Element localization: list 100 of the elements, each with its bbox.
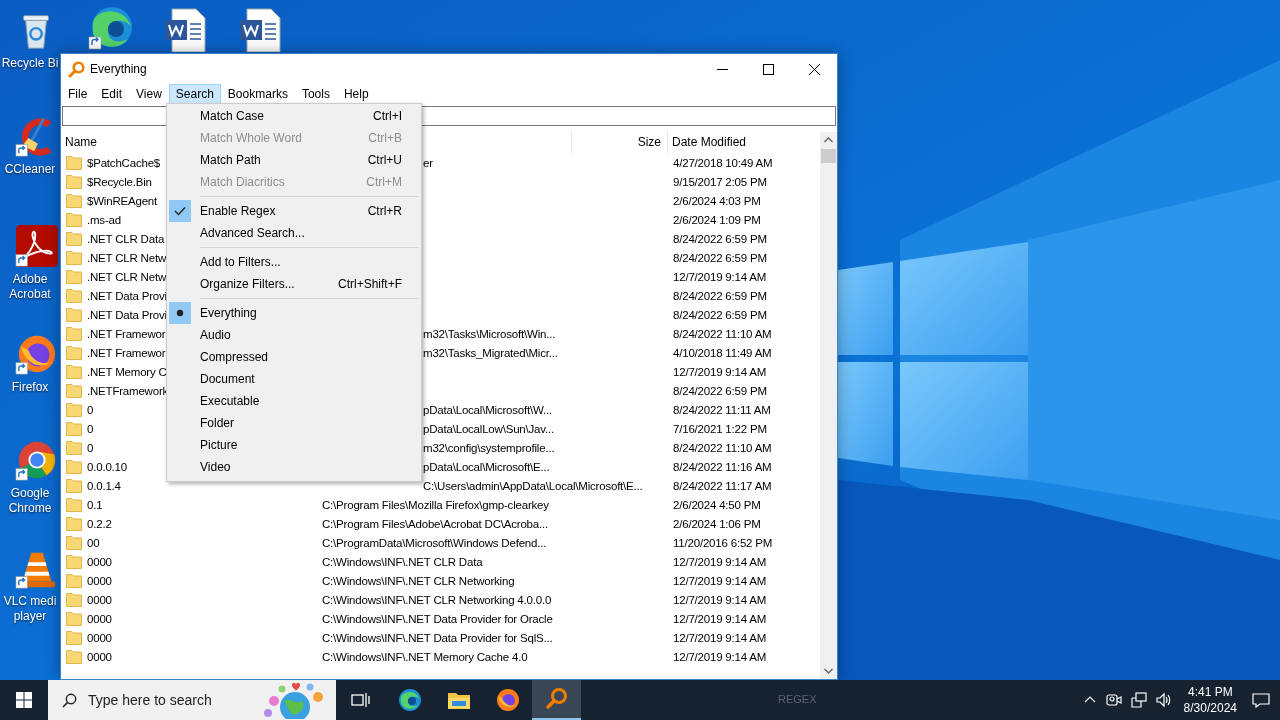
shortcut-text: Ctrl+I bbox=[373, 109, 402, 123]
notification-icon[interactable] bbox=[1252, 692, 1270, 708]
volume-icon[interactable] bbox=[1155, 692, 1172, 708]
network-icon[interactable] bbox=[1130, 692, 1147, 708]
date-modified: 2/6/2024 4:50 PM bbox=[673, 498, 761, 511]
file-path: m32\Tasks\Microsoft\Win... bbox=[423, 327, 556, 340]
date-modified: 12/7/2019 9:14 AM bbox=[673, 365, 767, 378]
document-icon[interactable] bbox=[15, 224, 59, 268]
magnifier-icon bbox=[68, 60, 85, 78]
shortcut-text: Ctrl+U bbox=[367, 153, 402, 167]
icon-label: Adobe bbox=[12, 272, 48, 287]
icon-label: Google bbox=[10, 486, 50, 501]
menu-item[interactable]: Organize Filters... Ctrl+Shift+F bbox=[167, 273, 421, 295]
folder-icon bbox=[66, 364, 82, 379]
file-path: C:\Windows\INF\.NET CLR Networking 4.0.0.0 bbox=[322, 593, 552, 606]
file-name: 0 bbox=[87, 422, 94, 435]
file-name: $Recycle.Bin bbox=[87, 175, 152, 188]
file-path: er bbox=[423, 156, 433, 169]
menu-item[interactable]: Enable Regex Ctrl+R bbox=[167, 200, 421, 222]
date-modified: 2/6/2024 1:06 PM bbox=[673, 517, 761, 530]
magnifier-icon bbox=[544, 687, 569, 711]
menu-item[interactable]: Match Path Ctrl+U bbox=[167, 149, 421, 171]
menu-item[interactable]: Picture bbox=[167, 434, 421, 456]
column-header[interactable]: Size bbox=[572, 132, 668, 153]
column-header[interactable]: Name bbox=[65, 135, 97, 149]
clock-date: 8/30/2024 bbox=[1183, 700, 1237, 716]
menu-item[interactable]: Executable bbox=[167, 390, 421, 412]
menu-item[interactable]: Folder bbox=[167, 412, 421, 434]
file-name: 0.0.0.10 bbox=[87, 460, 127, 473]
date-modified: 8/24/2022 6:59 PM bbox=[673, 232, 767, 245]
browser-icon bbox=[397, 688, 422, 712]
file-name: .NET Framewor bbox=[87, 327, 166, 340]
menu-item[interactable]: Add to Filters... bbox=[167, 251, 421, 273]
column-header[interactable]: Date Modified bbox=[668, 132, 820, 153]
icon-label: CCleaner bbox=[4, 162, 56, 177]
file-name: .NET Framewor bbox=[87, 346, 166, 359]
search-icon bbox=[62, 692, 77, 708]
menu-bar-item[interactable]: View bbox=[129, 84, 169, 104]
file-path: C:\Windows\INF\.NET Data Provider for SqlS... bbox=[322, 631, 553, 644]
folder-icon bbox=[66, 478, 82, 493]
folder-icon bbox=[66, 535, 82, 550]
menu-item[interactable]: Document bbox=[167, 368, 421, 390]
document-icon[interactable] bbox=[164, 8, 206, 52]
folder-icon bbox=[66, 497, 82, 512]
folder-icon bbox=[66, 383, 82, 398]
file-path: C:\Windows\INF\.NET Data Provider for Oracle bbox=[322, 612, 553, 625]
folder-icon bbox=[66, 307, 82, 322]
icon-label: Chrome bbox=[8, 501, 52, 516]
video-call-icon[interactable] bbox=[1105, 692, 1122, 708]
folder-icon bbox=[66, 573, 82, 588]
scrollbar[interactable] bbox=[820, 132, 837, 679]
menu-item[interactable]: Everything bbox=[167, 302, 421, 324]
file-name: .NET CLR Netw bbox=[87, 251, 166, 264]
file-name: .NET CLR Netw bbox=[87, 270, 166, 283]
file-path: C:\Windows\INF\.NET Memory Cache 4.0 bbox=[322, 650, 528, 663]
taskbar-button[interactable] bbox=[532, 680, 581, 720]
folder-icon bbox=[66, 250, 82, 265]
menu-item[interactable]: Audio bbox=[167, 324, 421, 346]
browser-icon[interactable] bbox=[88, 5, 134, 51]
folder-icon bbox=[446, 690, 471, 710]
window-title: Everything bbox=[90, 62, 147, 76]
date-modified: 9/15/2017 2:05 PM bbox=[673, 175, 767, 188]
file-name: .ms-ad bbox=[87, 213, 121, 226]
menu-item[interactable]: Video bbox=[167, 456, 421, 478]
date-modified: 12/7/2019 9:14 AM bbox=[673, 270, 767, 283]
file-path: pData\Local\Microsoft\W... bbox=[423, 403, 552, 416]
document-icon[interactable] bbox=[239, 8, 281, 52]
date-modified: 8/24/2022 11:10 AM bbox=[673, 441, 772, 454]
file-name: 0000 bbox=[87, 574, 112, 587]
date-modified: 12/7/2019 9:14 AM bbox=[673, 574, 767, 587]
maximize-icon bbox=[762, 63, 774, 75]
file-path: C:\Windows\INF\.NET CLR Data bbox=[322, 555, 483, 568]
folder-icon bbox=[66, 611, 82, 626]
menu-item[interactable]: Advanced Search... bbox=[167, 222, 421, 244]
file-path: C:\Windows\INF\.NET CLR Networking bbox=[322, 574, 515, 587]
menu-bar-item[interactable]: Tools bbox=[294, 84, 337, 104]
menu-item[interactable]: Match Case Ctrl+I bbox=[167, 105, 421, 127]
icon-label: Acrobat bbox=[9, 287, 51, 302]
scrollbar-thumb[interactable] bbox=[821, 149, 836, 163]
menu-item[interactable]: Compressed bbox=[167, 346, 421, 368]
icon-label: VLC medi bbox=[3, 594, 57, 609]
folder-icon bbox=[66, 649, 82, 664]
menu-bar-item[interactable]: File bbox=[61, 84, 95, 104]
file-name: 0000 bbox=[87, 631, 112, 644]
menu-bar-item[interactable]: Edit bbox=[94, 84, 130, 104]
search-field[interactable]: Type here to search bbox=[88, 692, 238, 708]
menu-bar-item[interactable]: Bookmarks bbox=[220, 84, 295, 104]
folder-icon bbox=[66, 630, 82, 645]
folder-icon bbox=[66, 326, 82, 341]
date-modified: 12/7/2019 9:14 AM bbox=[673, 612, 767, 625]
menu-bar-item[interactable]: Help bbox=[336, 84, 376, 104]
date-modified: 12/7/2019 9:14 AM bbox=[673, 650, 767, 663]
folder-icon bbox=[66, 288, 82, 303]
date-modified: 8/24/2022 11:11 AM bbox=[673, 403, 771, 416]
file-name: 0000 bbox=[87, 555, 112, 568]
folder-icon bbox=[66, 440, 82, 455]
shortcut-text: Ctrl+B bbox=[368, 131, 402, 145]
file-name: .NET Data Provi bbox=[87, 289, 167, 302]
menu-bar-item[interactable]: Search bbox=[168, 84, 221, 104]
file-path: C:\Program Files\Mozilla Firefox\gmp-clearkey bbox=[322, 498, 549, 511]
